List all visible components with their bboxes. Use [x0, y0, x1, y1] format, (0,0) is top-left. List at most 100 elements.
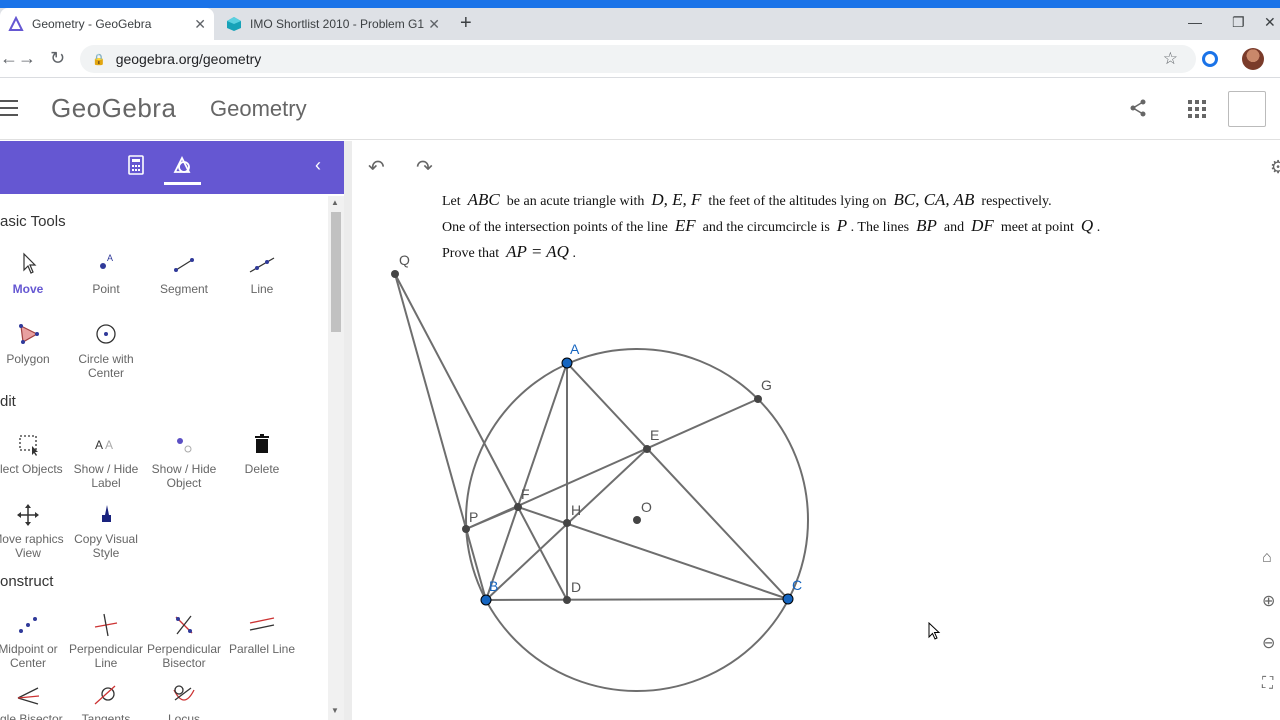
show-hide-label-icon: AA — [95, 438, 113, 452]
line-df[interactable] — [394, 273, 568, 601]
point-p[interactable] — [462, 525, 470, 533]
tool-circle-with-center[interactable]: Circle with Center — [67, 320, 145, 380]
label-d: D — [571, 579, 581, 595]
label-b: B — [489, 578, 498, 594]
tool-polygon[interactable]: Polygon — [0, 320, 67, 366]
tool-locus[interactable]: Locus — [145, 680, 223, 720]
tool-panel: asic Tools Move A Point Segment Line Pol… — [0, 194, 344, 720]
tab-imo-shortlist[interactable]: IMO Shortlist 2010 - Problem G1 ✕ — [218, 8, 448, 40]
label-e: E — [650, 427, 659, 443]
tab-geogebra[interactable]: Geometry - GeoGebra ✕ — [0, 8, 214, 40]
point-e[interactable] — [643, 445, 651, 453]
tool-panel-header: ‹ — [0, 141, 344, 194]
segment-pf[interactable] — [465, 506, 519, 530]
tab-title: IMO Shortlist 2010 - Problem G1 — [250, 17, 425, 31]
back-arrow-icon[interactable]: ← — [0, 48, 18, 69]
fullscreen-icon[interactable]: ⛶ — [1262, 675, 1273, 693]
move-graphics-icon — [17, 504, 39, 526]
circumcircle[interactable] — [465, 348, 809, 692]
zoom-in-icon[interactable]: ⊕ — [1262, 591, 1275, 611]
app-header: GeoGebra Geometry — [0, 78, 1280, 140]
restore-button[interactable]: ❐ — [1232, 14, 1245, 31]
line-ef[interactable] — [465, 398, 759, 530]
tool-perpendicular-bisector[interactable]: Perpendicular Bisector — [145, 610, 223, 670]
close-icon[interactable]: ✕ — [194, 16, 206, 33]
tool-line[interactable]: Line — [223, 250, 301, 296]
perpendicular-bisector-icon — [175, 615, 193, 635]
label-a: A — [570, 341, 580, 357]
label-f: F — [521, 486, 530, 502]
collapse-panel-icon[interactable]: ‹ — [315, 155, 321, 176]
label-h: H — [571, 502, 581, 518]
tool-midpoint[interactable]: Midpoint or Center — [0, 610, 67, 670]
extension-icon[interactable] — [1202, 51, 1218, 67]
menu-icon[interactable] — [0, 100, 18, 116]
tab-title: Geometry - GeoGebra — [32, 17, 152, 31]
select-objects-icon — [19, 435, 38, 456]
altitude-be[interactable] — [485, 448, 648, 601]
forward-arrow-icon[interactable]: → — [18, 48, 36, 69]
geogebra-logo[interactable]: GeoGebra — [51, 93, 176, 124]
label-o: O — [641, 499, 652, 515]
reload-icon[interactable]: ↻ — [50, 48, 65, 69]
home-icon[interactable]: ⌂ — [1262, 549, 1272, 567]
sign-in-image[interactable] — [1228, 91, 1266, 127]
point-d[interactable] — [563, 596, 571, 604]
tool-delete[interactable]: Delete — [223, 430, 301, 476]
new-tab-button[interactable]: + — [460, 12, 472, 35]
point-g[interactable] — [754, 395, 762, 403]
cube-favicon-icon — [226, 16, 242, 32]
svg-text:A: A — [95, 438, 103, 452]
tool-segment[interactable]: Segment — [145, 250, 223, 296]
altitude-cf[interactable] — [517, 506, 789, 600]
browser-top-strip — [0, 0, 1280, 8]
tool-tangents[interactable]: Tangents — [67, 680, 145, 720]
tool-parallel-line[interactable]: Parallel Line — [223, 610, 301, 656]
settings-gear-icon[interactable]: ⚙ — [1270, 157, 1280, 178]
tool-select-objects[interactable]: elect Objects — [0, 430, 67, 476]
graphics-view[interactable]: ↶ ↷ Let ABC be an acute triangle with D,… — [352, 141, 1280, 720]
close-icon[interactable]: ✕ — [428, 16, 440, 33]
tool-copy-visual-style[interactable]: Copy Visual Style — [67, 500, 145, 560]
svg-text:A: A — [107, 253, 113, 263]
point-c[interactable] — [782, 593, 794, 605]
window-close-button[interactable]: ✕ — [1264, 14, 1276, 31]
calculator-icon[interactable] — [128, 155, 144, 175]
tool-move[interactable]: Move — [0, 250, 67, 296]
zoom-out-icon[interactable]: ⊖ — [1262, 633, 1275, 653]
segment-icon — [174, 258, 194, 272]
tool-show-hide-object[interactable]: Show / Hide Object — [145, 430, 223, 490]
label-c: C — [792, 577, 802, 593]
scroll-down-icon[interactable]: ▼ — [331, 706, 339, 715]
move-arrow-icon — [23, 252, 37, 274]
scroll-up-icon[interactable]: ▲ — [331, 198, 339, 207]
point-h[interactable] — [563, 519, 571, 527]
point-o[interactable] — [633, 516, 641, 524]
polygon-icon — [19, 324, 39, 344]
profile-avatar[interactable] — [1242, 48, 1264, 70]
triangle-abc[interactable] — [484, 361, 791, 602]
scrollbar-thumb[interactable] — [331, 212, 341, 332]
point-b[interactable] — [480, 594, 492, 606]
point-q[interactable] — [391, 270, 399, 278]
minimize-button[interactable]: — — [1188, 14, 1202, 30]
line-bp[interactable] — [394, 273, 487, 601]
point-a[interactable] — [561, 357, 573, 369]
tool-point[interactable]: A Point — [67, 250, 145, 296]
tool-move-graphics-view[interactable]: Move raphics View — [0, 500, 67, 560]
tool-angle-bisector[interactable]: ngle Bisector — [0, 680, 67, 720]
share-icon[interactable] — [1128, 98, 1148, 118]
panel-divider[interactable] — [344, 141, 352, 720]
tool-perpendicular-line[interactable]: Perpendicular Line — [67, 610, 145, 670]
svg-text:A: A — [105, 438, 113, 452]
group-title-basic-tools: asic Tools — [0, 213, 66, 230]
point-f[interactable] — [514, 503, 522, 511]
label-q: Q — [399, 252, 410, 268]
apps-grid-icon[interactable] — [1188, 100, 1206, 118]
undo-icon[interactable]: ↶ — [368, 155, 385, 180]
tool-show-hide-label[interactable]: AA Show / Hide Label — [67, 430, 145, 490]
redo-icon[interactable]: ↷ — [416, 155, 433, 180]
tools-triangle-icon[interactable] — [172, 155, 192, 175]
bookmark-star-icon[interactable]: ☆ — [1163, 49, 1178, 69]
url-field[interactable]: 🔒 geogebra.org/geometry — [80, 45, 1196, 73]
